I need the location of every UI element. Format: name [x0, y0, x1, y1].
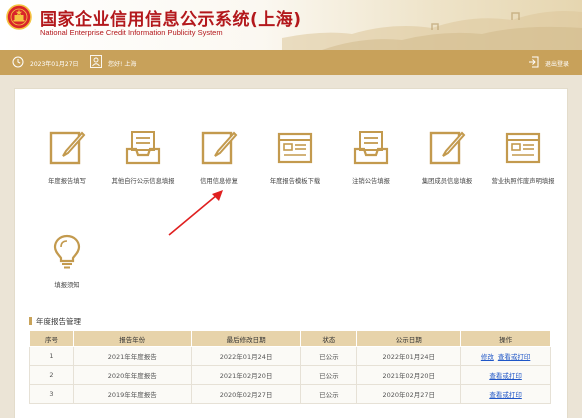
edit-form-icon: [49, 131, 86, 165]
tile-template-download[interactable]: 年度报告模板下载: [255, 129, 335, 185]
section-title: 年度报告管理: [29, 316, 81, 327]
tile-license-void-statement[interactable]: 营业执照作废声明填报: [483, 129, 563, 185]
user-greeting: 您好! 上海: [108, 61, 137, 68]
info-bar: 2023年01月27日 您好! 上海 退出登录: [0, 50, 582, 75]
tile-label: 信用信息修复: [200, 178, 238, 185]
logout-link[interactable]: 退出登录: [545, 59, 569, 68]
site-title: 国家企业信用信息公示系统(上海): [40, 10, 302, 30]
cell-year: 2021年年度报告: [72, 346, 192, 366]
cell-status: 已公示: [300, 384, 358, 404]
table-row: 1 2021年年度报告 2022年01月24日 已公示 2022年01月24日 …: [29, 346, 551, 366]
cell-actions: 查看或打印: [460, 365, 551, 385]
national-emblem-icon: [6, 4, 32, 30]
cell-status: 已公示: [300, 346, 358, 366]
tile-label: 其他自行公示信息填报: [111, 178, 175, 185]
main-panel: 年度报告填写 其他自行公示信息填报 信用信息修复 年度报告模板下载 注销公告填报…: [14, 88, 568, 418]
tile-label: 注销公告填报: [352, 178, 390, 185]
inbox-tray-icon: [353, 131, 389, 165]
tile-label: 年度报告填写: [48, 178, 86, 185]
tile-annual-report-fill[interactable]: 年度报告填写: [27, 129, 107, 185]
tile-group-member-info[interactable]: 集团成员信息填报: [407, 129, 487, 185]
user-icon: [90, 55, 102, 68]
cell-actions: 查看或打印: [460, 384, 551, 404]
cell-modified: 2022年01月24日: [190, 346, 302, 366]
annotation-arrow: [168, 190, 223, 236]
edit-form-icon: [201, 131, 238, 165]
column-header: 操作: [460, 330, 551, 347]
lightbulb-icon: [53, 234, 81, 269]
inbox-tray-icon: [125, 131, 161, 165]
section-title-text: 年度报告管理: [36, 317, 81, 326]
view-print-link[interactable]: 查看或打印: [489, 372, 522, 380]
template-list-icon: [277, 132, 313, 164]
cell-no: 2: [29, 365, 74, 385]
column-header: 序号: [29, 330, 74, 347]
section-marker: [29, 317, 32, 325]
annual-report-table: 序号 报告年份 最后修改日期 状态 公示日期 操作 1 2021年年度报告 20…: [29, 330, 551, 404]
view-print-link[interactable]: 查看或打印: [489, 391, 522, 399]
tile-filing-instructions[interactable]: 填报须知: [27, 233, 107, 289]
cell-modified: 2021年02月20日: [190, 365, 302, 385]
logout-icon[interactable]: [528, 56, 539, 68]
column-header: 最后修改日期: [190, 330, 302, 347]
cell-year: 2019年年度报告: [72, 384, 192, 404]
tile-deregistration-notice[interactable]: 注销公告填报: [331, 129, 411, 185]
site-subtitle: National Enterprise Credit Information P…: [40, 28, 223, 37]
template-list-icon: [505, 132, 541, 164]
site-header: 国家企业信用信息公示系统(上海) National Enterprise Cre…: [0, 0, 582, 50]
column-header: 公示日期: [356, 330, 462, 347]
great-wall-background: [282, 11, 582, 50]
edit-link[interactable]: 修改: [481, 353, 494, 361]
tile-label: 年度报告模板下载: [269, 178, 321, 185]
cell-published: 2020年02月27日: [356, 384, 462, 404]
tile-credit-repair[interactable]: 信用信息修复: [179, 129, 259, 185]
tile-label: 集团成员信息填报: [421, 178, 473, 185]
tile-other-self-disclosure[interactable]: 其他自行公示信息填报: [103, 129, 183, 185]
current-date: 2023年01月27日: [30, 61, 79, 68]
cell-modified: 2020年02月27日: [190, 384, 302, 404]
cell-no: 3: [29, 384, 74, 404]
tile-label: 填报须知: [54, 282, 80, 289]
clock-icon: [12, 56, 24, 68]
cell-published: 2021年02月20日: [356, 365, 462, 385]
table-header-row: 序号 报告年份 最后修改日期 状态 公示日期 操作: [29, 330, 551, 347]
cell-year: 2020年年度报告: [72, 365, 192, 385]
column-header: 状态: [300, 330, 358, 347]
cell-status: 已公示: [300, 365, 358, 385]
table-row: 2 2020年年度报告 2021年02月20日 已公示 2021年02月20日 …: [29, 365, 551, 385]
view-print-link[interactable]: 查看或打印: [498, 353, 531, 361]
edit-form-icon: [429, 131, 466, 165]
cell-actions: 修改 查看或打印: [460, 346, 551, 366]
tile-label: 营业执照作废声明填报: [491, 178, 555, 185]
column-header: 报告年份: [72, 330, 192, 347]
cell-no: 1: [29, 346, 74, 366]
cell-published: 2022年01月24日: [356, 346, 462, 366]
table-row: 3 2019年年度报告 2020年02月27日 已公示 2020年02月27日 …: [29, 384, 551, 404]
